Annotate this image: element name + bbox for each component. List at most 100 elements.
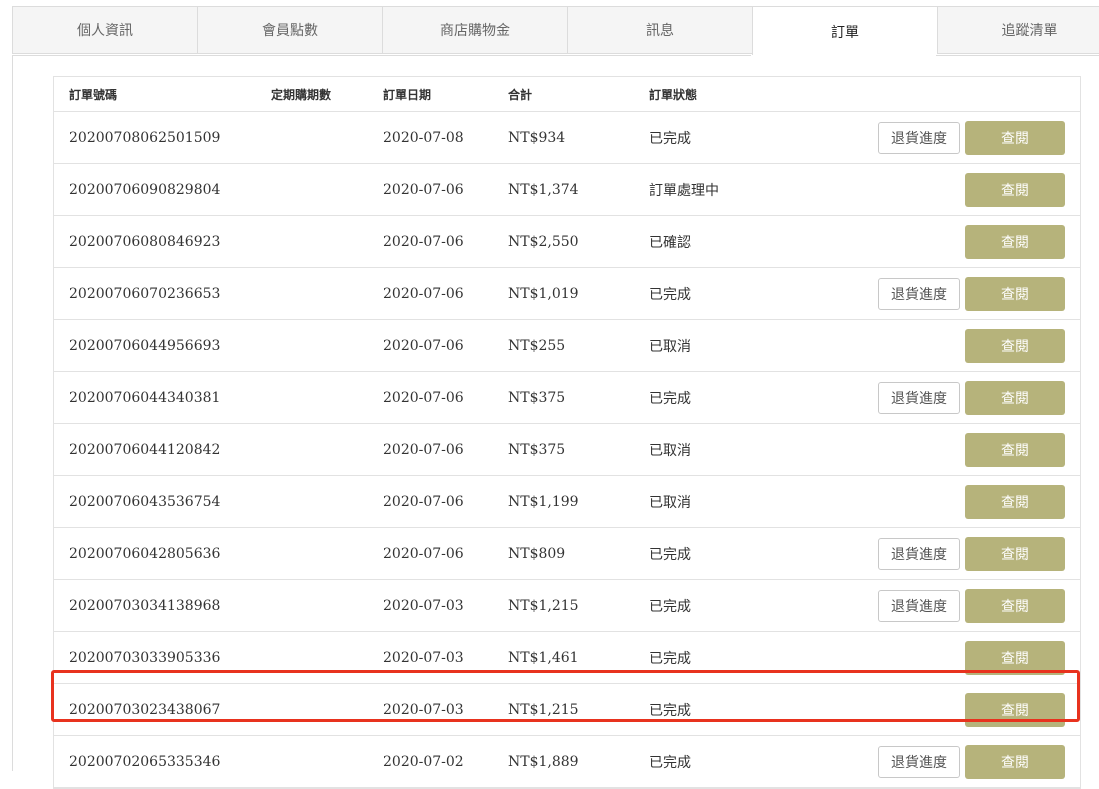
- order-total: NT$1,461: [508, 649, 579, 666]
- return-progress-button[interactable]: 退貨進度: [878, 277, 960, 310]
- view-order-button[interactable]: 查閱: [965, 380, 1065, 415]
- order-date: 2020-07-06: [383, 233, 464, 250]
- order-number: 20200702065335346: [69, 753, 221, 770]
- order-date: 2020-07-02: [383, 753, 464, 770]
- table-row: 20200706042805636 2020-07-06 NT$809 已完成 退貨進度…: [54, 528, 1080, 580]
- orders-table: 訂單號碼 定期購期數 訂單日期 合計 訂單狀態 2020070806250150…: [53, 76, 1081, 789]
- tab-wishlist[interactable]: 追蹤清單: [937, 6, 1099, 54]
- order-date: 2020-07-06: [383, 441, 464, 458]
- order-date: 2020-07-06: [383, 181, 464, 198]
- return-progress-button[interactable]: 退貨進度: [878, 589, 960, 622]
- order-number: 20200706080846923: [69, 233, 221, 250]
- order-total: NT$934: [508, 129, 566, 146]
- order-status: 已完成: [649, 546, 691, 563]
- tab-profile[interactable]: 個人資訊: [12, 6, 197, 54]
- view-order-button[interactable]: 查閱: [965, 692, 1065, 727]
- table-row: 20200703033905336 2020-07-03 NT$1,461 已完成 查閱: [54, 632, 1080, 684]
- order-status: 已完成: [649, 390, 691, 407]
- order-total: NT$255: [508, 337, 566, 354]
- order-status: 已完成: [649, 702, 691, 719]
- order-total: NT$1,374: [508, 181, 579, 198]
- return-progress-button[interactable]: 退貨進度: [878, 121, 960, 154]
- return-progress-button[interactable]: 退貨進度: [878, 745, 960, 778]
- order-number: 20200706042805636: [69, 545, 221, 562]
- order-total: NT$1,215: [508, 701, 579, 718]
- order-date: 2020-07-06: [383, 389, 464, 406]
- view-order-button[interactable]: 查閱: [965, 276, 1065, 311]
- order-date: 2020-07-03: [383, 649, 464, 666]
- orders-table-body: 20200708062501509 2020-07-08 NT$934 已完成 退貨進度…: [54, 112, 1080, 788]
- order-date: 2020-07-06: [383, 545, 464, 562]
- order-status: 已完成: [649, 286, 691, 303]
- order-total: NT$2,550: [508, 233, 579, 250]
- order-number: 20200706044956693: [69, 337, 221, 354]
- view-order-button[interactable]: 查閱: [965, 640, 1065, 675]
- active-tab-connector: [751, 55, 936, 57]
- view-order-button[interactable]: 查閱: [965, 224, 1065, 259]
- order-status: 已完成: [649, 754, 691, 771]
- table-row: 20200706044120842 2020-07-06 NT$375 已取消 查閱: [54, 424, 1080, 476]
- order-number: 20200706044340381: [69, 389, 221, 406]
- order-date: 2020-07-06: [383, 337, 464, 354]
- view-order-button[interactable]: 查閱: [965, 536, 1065, 571]
- table-row: 20200706044340381 2020-07-06 NT$375 已完成 退貨進度…: [54, 372, 1080, 424]
- order-total: NT$1,019: [508, 285, 579, 302]
- order-total: NT$1,215: [508, 597, 579, 614]
- view-order-button[interactable]: 查閱: [965, 432, 1065, 467]
- order-number: 20200706070236653: [69, 285, 221, 302]
- order-number: 20200703033905336: [69, 649, 221, 666]
- header-status: 訂單狀態: [649, 87, 698, 102]
- table-row: 20200706080846923 2020-07-06 NT$2,550 已確認 查閱: [54, 216, 1080, 268]
- order-date: 2020-07-06: [383, 285, 464, 302]
- order-number: 20200706044120842: [69, 441, 221, 458]
- order-number: 20200703034138968: [69, 597, 221, 614]
- header-subscription: 定期購期數: [271, 87, 332, 102]
- table-row: 20200702065335346 2020-07-02 NT$1,889 已完成 退貨…: [54, 736, 1080, 788]
- tab-member-points[interactable]: 會員點數: [197, 6, 382, 54]
- order-status: 訂單處理中: [649, 182, 719, 199]
- order-status: 已完成: [649, 598, 691, 615]
- view-order-button[interactable]: 查閱: [965, 484, 1065, 519]
- order-number: 20200703023438067: [69, 701, 221, 718]
- order-date: 2020-07-08: [383, 129, 464, 146]
- table-row: 20200706090829804 2020-07-06 NT$1,374 訂單處理中…: [54, 164, 1080, 216]
- order-status: 已完成: [649, 130, 691, 147]
- tab-store-credit[interactable]: 商店購物金: [382, 6, 567, 54]
- view-order-button[interactable]: 查閱: [965, 328, 1065, 363]
- view-order-button[interactable]: 查閱: [965, 588, 1065, 623]
- order-status: 已完成: [649, 650, 691, 667]
- return-progress-button[interactable]: 退貨進度: [878, 537, 960, 570]
- order-status: 已確認: [649, 234, 691, 251]
- view-order-button[interactable]: 查閱: [965, 744, 1065, 779]
- order-total: NT$1,889: [508, 753, 579, 770]
- tab-orders[interactable]: 訂單: [752, 6, 937, 56]
- table-row: 20200706070236653 2020-07-06 NT$1,019 已完成 退貨…: [54, 268, 1080, 320]
- table-row: 20200706044956693 2020-07-06 NT$255 已取消 查閱: [54, 320, 1080, 372]
- view-order-button[interactable]: 查閱: [965, 172, 1065, 207]
- header-total: 合計: [508, 87, 533, 102]
- order-total: NT$1,199: [508, 493, 579, 510]
- order-number: 20200708062501509: [69, 129, 221, 146]
- orders-table-header: 訂單號碼 定期購期數 訂單日期 合計 訂單狀態: [54, 77, 1080, 112]
- order-status: 已取消: [649, 494, 691, 511]
- order-total: NT$809: [508, 545, 566, 562]
- order-date: 2020-07-06: [383, 493, 464, 510]
- order-status: 已取消: [649, 442, 691, 459]
- table-row: 20200703034138968 2020-07-03 NT$1,215 已完成 退貨…: [54, 580, 1080, 632]
- order-status: 已取消: [649, 338, 691, 355]
- order-date: 2020-07-03: [383, 701, 464, 718]
- table-row: 20200703023438067 2020-07-03 NT$1,215 已完成 查閱: [54, 684, 1080, 736]
- order-number: 20200706090829804: [69, 181, 221, 198]
- account-tabs: 個人資訊 會員點數 商店購物金 訊息 訂單 追蹤清單: [12, 6, 1099, 56]
- header-order-no: 訂單號碼: [69, 87, 118, 102]
- order-number: 20200706043536754: [69, 493, 221, 510]
- return-progress-button[interactable]: 退貨進度: [878, 381, 960, 414]
- view-order-button[interactable]: 查閱: [965, 120, 1065, 155]
- order-total: NT$375: [508, 389, 566, 406]
- table-row: 20200708062501509 2020-07-08 NT$934 已完成 退貨進度…: [54, 112, 1080, 164]
- table-row: 20200706043536754 2020-07-06 NT$1,199 已取消 查閱: [54, 476, 1080, 528]
- tab-messages[interactable]: 訊息: [567, 6, 752, 54]
- order-date: 2020-07-03: [383, 597, 464, 614]
- order-total: NT$375: [508, 441, 566, 458]
- header-date: 訂單日期: [383, 87, 432, 102]
